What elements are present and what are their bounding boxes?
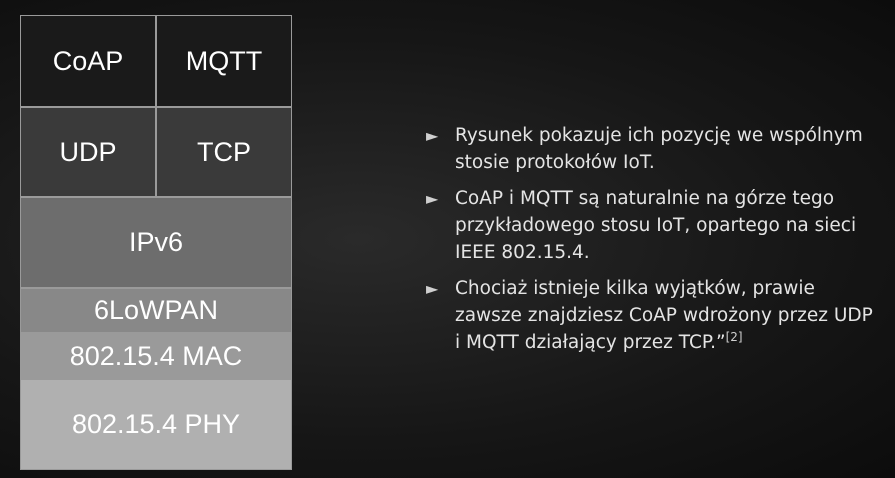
layer-coap: CoAP bbox=[20, 15, 156, 107]
layer-802154-phy: 802.15.4 PHY bbox=[20, 379, 292, 470]
bullet-list: ► Rysunek pokazuje ich pozycję we wspóln… bbox=[426, 122, 881, 365]
bullet-item: ► Chociaż istnieje kilka wyjątków, prawi… bbox=[426, 275, 881, 356]
layer-ipv6: IPv6 bbox=[20, 197, 292, 288]
layer-udp: UDP bbox=[20, 107, 156, 197]
layer-mqtt: MQTT bbox=[156, 15, 292, 107]
protocol-stack-diagram: CoAP MQTT UDP TCP IPv6 6LoWPAN 802.15.4 … bbox=[20, 15, 292, 470]
triangle-bullet-icon: ► bbox=[426, 189, 439, 208]
layer-6lowpan: 6LoWPAN bbox=[20, 288, 292, 333]
citation-marker: [2] bbox=[725, 329, 743, 344]
layer-802154-mac: 802.15.4 MAC bbox=[20, 333, 292, 379]
bullet-text: Rysunek pokazuje ich pozycję we wspólnym… bbox=[455, 125, 863, 173]
triangle-bullet-icon: ► bbox=[426, 279, 439, 298]
triangle-bullet-icon: ► bbox=[426, 126, 439, 145]
bullet-item: ► Rysunek pokazuje ich pozycję we wspóln… bbox=[426, 122, 881, 176]
bullet-text: CoAP i MQTT są naturalnie na górze tego … bbox=[455, 188, 857, 263]
bullet-item: ► CoAP i MQTT są naturalnie na górze teg… bbox=[426, 185, 881, 266]
layer-tcp: TCP bbox=[156, 107, 292, 197]
bullet-text: Chociaż istnieje kilka wyjątków, prawie … bbox=[455, 278, 873, 353]
